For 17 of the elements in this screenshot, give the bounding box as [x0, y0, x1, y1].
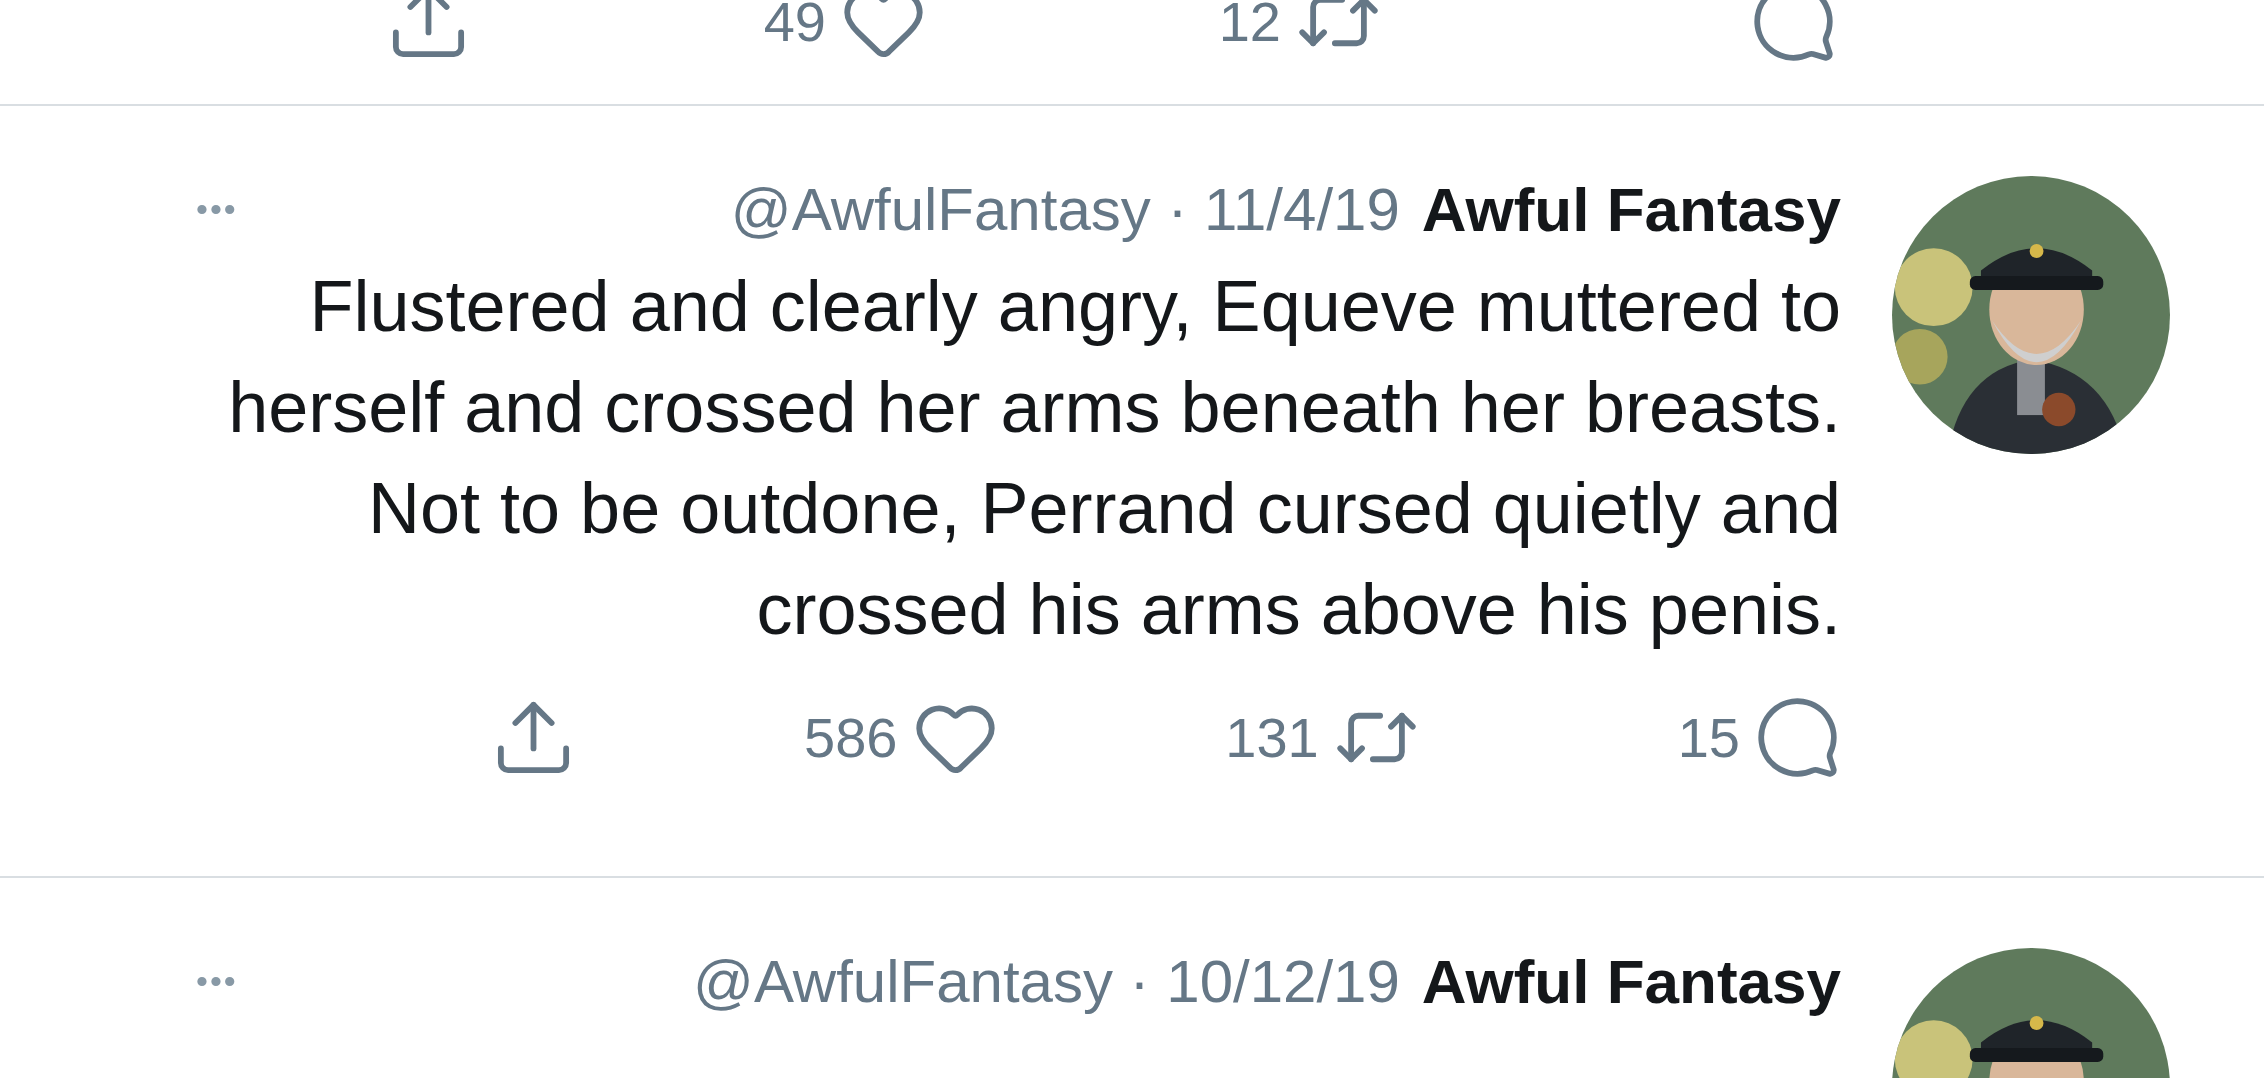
- more-menu-button[interactable]: •••: [196, 961, 238, 1001]
- retweet-button[interactable]: 12: [927, 0, 1382, 65]
- like-button[interactable]: 49: [472, 0, 927, 65]
- tweet-meta: @AwfulFantasy · 11/4/19: [730, 174, 1400, 244]
- action-count: 586: [804, 705, 898, 770]
- action-count: 15: [1677, 705, 1740, 770]
- reply-button[interactable]: 15: [1419, 694, 1841, 781]
- retweet-button[interactable]: 131: [998, 694, 1420, 781]
- action-count: 12: [1218, 0, 1281, 54]
- like-button[interactable]: 586: [577, 694, 999, 781]
- tweet-meta: @AwfulFantasy · 10/12/19: [692, 946, 1400, 1016]
- more-menu-button[interactable]: •••: [196, 189, 238, 229]
- author-name[interactable]: Awful Fantasy: [1421, 173, 1841, 245]
- action-count: 49: [763, 0, 826, 54]
- action-count: 131: [1225, 705, 1319, 770]
- tweet-text: Flustered and clearly angry, Equeve muttered to herself and crossed her arms beneath her breasts. Not to be outdone, Perrand cursed quietly and crossed his arms above his penis.: [227, 265, 1841, 651]
- author-name[interactable]: Awful Fantasy: [1421, 945, 1841, 1017]
